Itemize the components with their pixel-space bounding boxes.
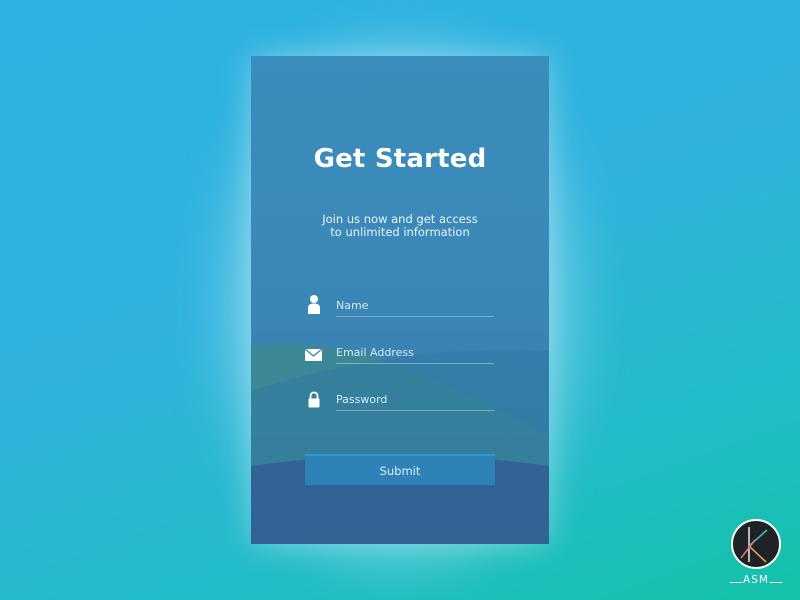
watermark-text: ASM: [743, 574, 769, 586]
submit-button[interactable]: Submit: [305, 454, 495, 485]
email-field-row: [304, 341, 495, 367]
envelope-icon: [304, 344, 323, 366]
email-input[interactable]: [336, 341, 494, 364]
page-title: Get Started: [313, 144, 487, 174]
user-icon: [305, 294, 323, 316]
password-input[interactable]: [336, 388, 494, 411]
subtitle-line-2: to unlimited information: [330, 225, 470, 239]
lock-icon: [305, 388, 323, 410]
page-subtitle: Join us now and get access to unlimited …: [251, 213, 549, 239]
name-field-row: [305, 294, 495, 320]
signup-card: Get Started Join us now and get access t…: [251, 56, 549, 544]
password-field-row: [305, 388, 495, 414]
name-input[interactable]: [336, 294, 494, 317]
asm-logo-icon: [731, 519, 781, 569]
